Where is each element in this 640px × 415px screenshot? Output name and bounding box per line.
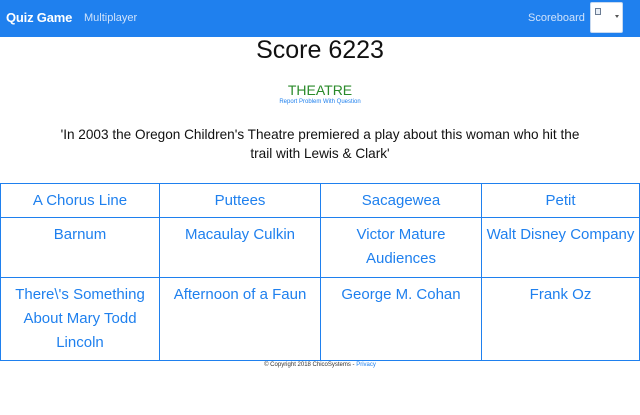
brand-link[interactable]: Quiz Game xyxy=(6,10,72,25)
answer-button[interactable]: Petit xyxy=(481,183,640,218)
score-display: Score 6223 xyxy=(256,36,384,64)
answer-button[interactable]: Afternoon of a Faun xyxy=(159,277,321,361)
account-menu-button[interactable] xyxy=(590,2,623,33)
answer-button[interactable]: A Chorus Line xyxy=(0,183,160,218)
answer-grid: A Chorus Line Puttees Sacagewea Petit Ba… xyxy=(0,183,640,361)
answer-button[interactable]: Barnum xyxy=(0,217,160,278)
answer-button[interactable]: Sacagewea xyxy=(320,183,482,218)
answer-button[interactable]: Walt Disney Company xyxy=(481,217,640,278)
scoreboard-link[interactable]: Scoreboard xyxy=(528,12,585,24)
privacy-link[interactable]: Privacy xyxy=(356,362,376,368)
broken-image-icon xyxy=(595,8,601,15)
category-title: THEATRE xyxy=(287,82,353,98)
multiplayer-link[interactable]: Multiplayer xyxy=(84,12,137,24)
answer-button[interactable]: There\'s Something About Mary Todd Linco… xyxy=(0,277,160,361)
chevron-down-icon xyxy=(615,15,619,18)
answer-button[interactable]: Macaulay Culkin xyxy=(159,217,321,278)
answer-button[interactable]: Frank Oz xyxy=(481,277,640,361)
report-problem-link[interactable]: Report Problem With Question xyxy=(0,99,640,105)
footer: © Copyright 2018 ChicoSystems - Privacy xyxy=(0,362,640,368)
answer-button[interactable]: Puttees xyxy=(159,183,321,218)
answer-button[interactable]: Victor Mature Audiences xyxy=(320,217,482,278)
question-text: 'In 2003 the Oregon Children's Theatre p… xyxy=(60,127,580,161)
answer-button[interactable]: George M. Cohan xyxy=(320,277,482,361)
top-navbar: Quiz Game Multiplayer Scoreboard xyxy=(0,0,640,37)
copyright-text: © Copyright 2018 ChicoSystems - xyxy=(264,362,357,368)
